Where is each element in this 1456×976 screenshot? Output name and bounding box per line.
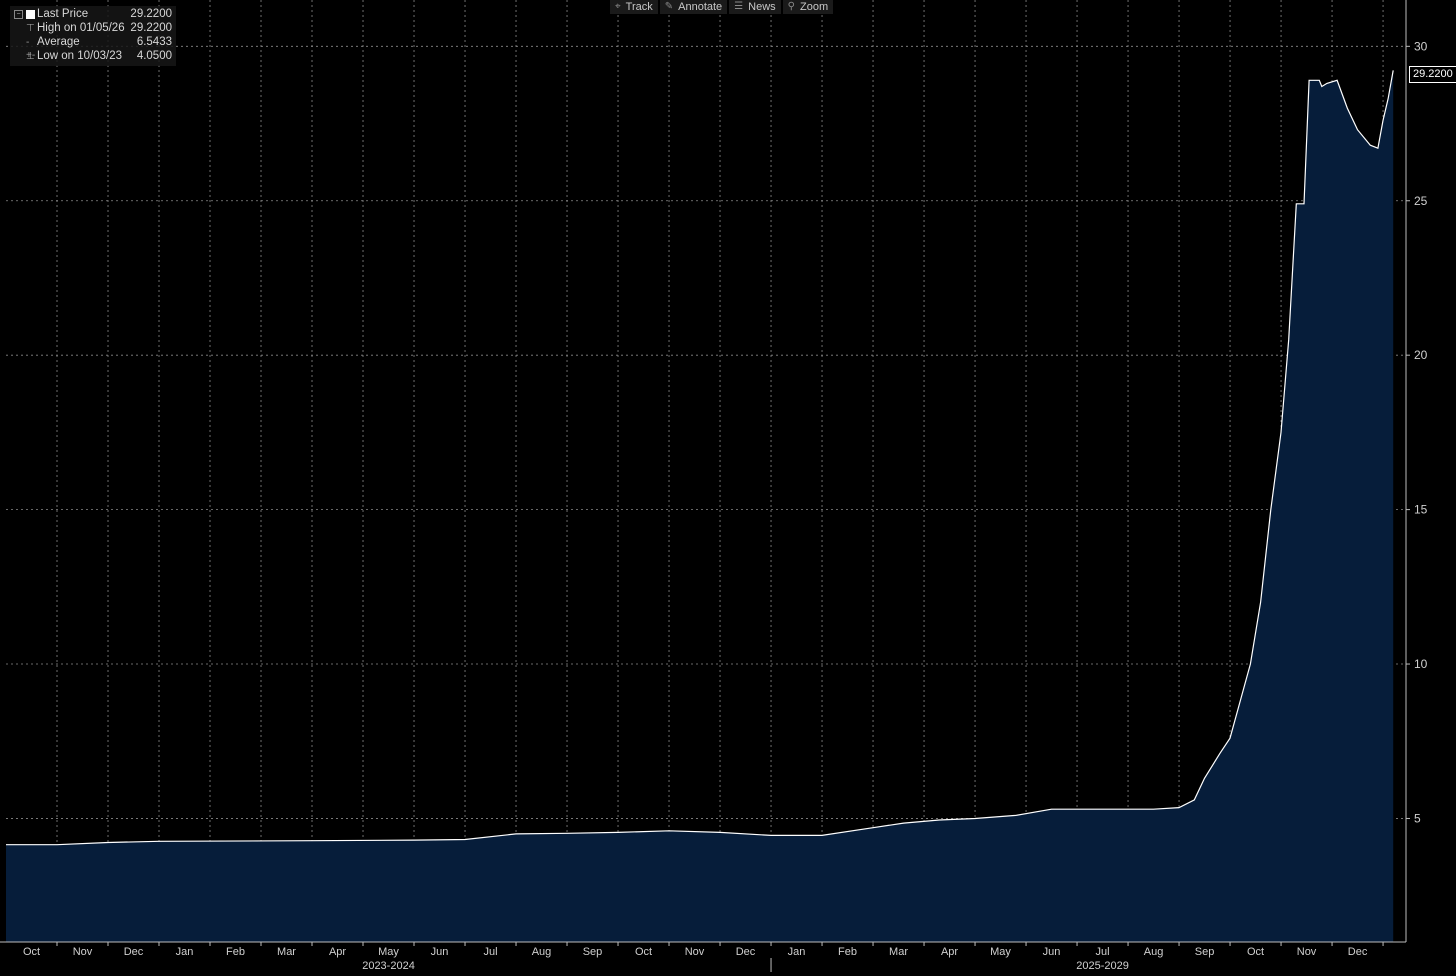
- legend-average-label: Average: [37, 36, 80, 48]
- price-chart: 5 10 15 20 25 30 Oct Nov Dec Jan Feb Mar Apr May Jun J…: [0, 0, 1428, 972]
- track-label: Track: [625, 1, 653, 13]
- crosshair-icon: ⌖: [615, 1, 621, 12]
- x-tick-label: Dec: [124, 946, 144, 958]
- x-tick-label: Feb: [838, 946, 857, 958]
- high-marker-icon: ⊤: [26, 23, 35, 34]
- y-axis-ticks: 5 10 15 20 25 30: [1406, 39, 1428, 825]
- x-tick-label: Jan: [788, 946, 806, 958]
- track-button[interactable]: ⌖ Track: [610, 0, 658, 14]
- pencil-icon: ✎: [664, 1, 674, 12]
- collapse-toggle-icon[interactable]: −: [14, 10, 23, 19]
- x-tick-label: Oct: [635, 946, 652, 958]
- x-axis-year-labels: 2023-2024 2025-2029: [362, 958, 1129, 972]
- x-tick-label: Nov: [73, 946, 93, 958]
- legend-average-value: 6.5433: [136, 36, 172, 48]
- magnifier-icon: ⚲: [787, 1, 795, 12]
- low-marker-icon: ⊥: [26, 51, 35, 62]
- zoom-label: Zoom: [799, 1, 829, 13]
- legend-low-label: Low on 10/03/23: [37, 50, 123, 62]
- x-tick-label: May: [378, 946, 399, 958]
- legend-high-label: High on 01/05/26: [37, 22, 125, 34]
- x-tick-label: Jun: [431, 946, 449, 958]
- legend-last-label: Last Price: [37, 8, 89, 20]
- legend-low-value: 4.0500: [136, 50, 172, 62]
- legend-last-value: 29.2200: [130, 8, 172, 20]
- x-tick-label: Mar: [889, 946, 908, 958]
- annotate-button[interactable]: ✎ Annotate: [659, 0, 728, 14]
- x-tick-label: Apr: [329, 946, 346, 958]
- legend-row-low[interactable]: ⊥ Low on 10/03/23 4.0500: [10, 50, 176, 63]
- y-tick-label: 30: [1414, 39, 1428, 53]
- year-label: 2023-2024: [362, 960, 415, 972]
- chart-toolbar: ⌖ Track ✎ Annotate ☰ News ⚲ Zoom: [610, 0, 834, 14]
- x-tick-label: Feb: [226, 946, 245, 958]
- y-tick-label: 25: [1414, 194, 1428, 208]
- y-tick-label: 15: [1414, 503, 1428, 517]
- annotate-label: Annotate: [678, 1, 723, 13]
- x-tick-label: Oct: [1247, 946, 1264, 958]
- year-label: 2025-2029: [1076, 960, 1129, 972]
- legend-row-average[interactable]: -+- Average 6.5433: [10, 36, 176, 61]
- x-axis-ticks: Oct Nov Dec Jan Feb Mar Apr May Jun Jul Aug Sep Oct N…: [23, 942, 1384, 958]
- x-tick-label: Dec: [1348, 946, 1368, 958]
- series-color-swatch: [26, 10, 35, 19]
- news-label: News: [748, 1, 776, 13]
- x-tick-label: Aug: [532, 946, 552, 958]
- x-tick-label: Jan: [176, 946, 194, 958]
- y-tick-label: 20: [1414, 348, 1428, 362]
- news-icon: ☰: [734, 1, 744, 12]
- x-tick-label: Dec: [736, 946, 756, 958]
- y-tick-label: 10: [1414, 657, 1428, 671]
- x-tick-label: Nov: [1297, 946, 1317, 958]
- x-tick-label: Oct: [23, 946, 40, 958]
- x-tick-label: Aug: [1144, 946, 1164, 958]
- x-tick-label: Jul: [1096, 946, 1110, 958]
- x-tick-label: Sep: [1195, 946, 1215, 958]
- x-tick-label: Apr: [941, 946, 958, 958]
- x-tick-label: Sep: [583, 946, 603, 958]
- x-tick-label: Mar: [277, 946, 296, 958]
- legend-row-last[interactable]: − Last Price 29.2200: [10, 8, 176, 21]
- x-tick-label: Jul: [483, 946, 497, 958]
- legend-panel: − Last Price 29.2200 ⊤ High on 01/05/26 …: [10, 6, 176, 66]
- x-tick-label: Nov: [685, 946, 705, 958]
- x-tick-label: May: [990, 946, 1011, 958]
- y-tick-label: 5: [1414, 811, 1421, 825]
- price-area-fill: [6, 70, 1394, 942]
- x-tick-label: Jun: [1043, 946, 1061, 958]
- news-button[interactable]: ☰ News: [729, 0, 781, 14]
- zoom-button[interactable]: ⚲ Zoom: [782, 0, 834, 14]
- legend-row-high[interactable]: ⊤ High on 01/05/26 29.2200: [10, 22, 176, 35]
- legend-high-value: 29.2200: [130, 22, 172, 34]
- last-price-badge: 29.2200: [1409, 66, 1456, 83]
- price-series-line: [6, 70, 1394, 846]
